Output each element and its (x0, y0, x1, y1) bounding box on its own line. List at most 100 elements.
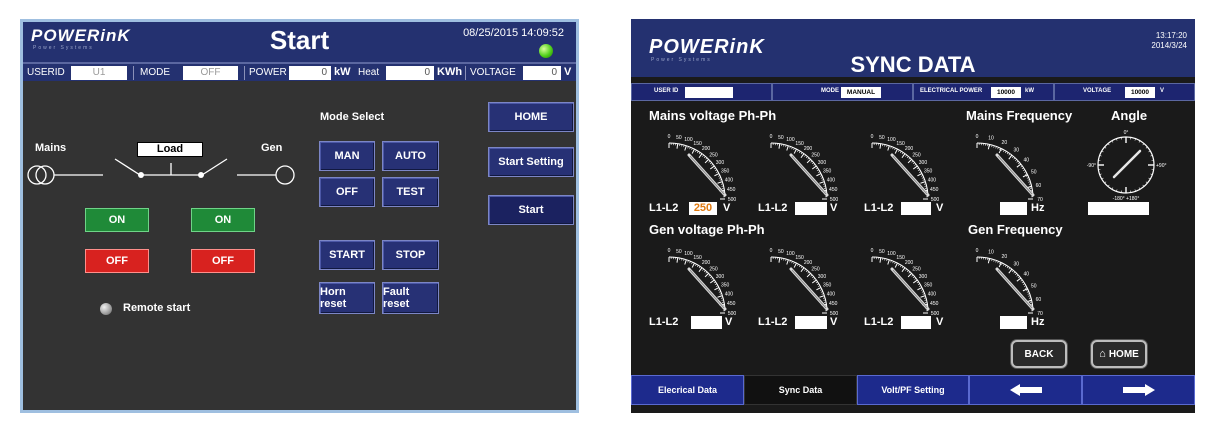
tab-electrical-data[interactable]: Elecrical Data (631, 375, 744, 405)
svg-text:0: 0 (770, 248, 773, 254)
gen-off-button[interactable]: OFF (191, 249, 255, 273)
userid-label: USERID (27, 67, 65, 78)
horn-reset-button[interactable]: Horn reset (319, 282, 375, 314)
angle-title: Angle (1111, 108, 1148, 123)
mains-breaker-icon (114, 158, 141, 176)
home-button[interactable]: ⌂ HOME (1091, 340, 1147, 368)
back-button[interactable]: BACK (1011, 340, 1067, 368)
svg-text:350: 350 (721, 282, 730, 288)
mains-source-icon (27, 165, 47, 185)
svg-text:0: 0 (668, 134, 671, 140)
svg-text:200: 200 (702, 146, 711, 152)
user-id-label: USER ID (654, 88, 679, 94)
svg-text:300: 300 (818, 160, 827, 166)
gen-voltage-gauge-l2: 0 50 100150200250300350400450500 (770, 248, 839, 317)
tab-sync-data[interactable]: Sync Data (744, 375, 857, 405)
svg-text:0: 0 (871, 134, 874, 140)
mains-frequency-title: Mains Frequency (966, 108, 1073, 123)
svg-text:200: 200 (804, 260, 813, 266)
start-button[interactable]: START (319, 240, 375, 270)
divider (133, 66, 134, 80)
mains-frequency-value (1000, 202, 1027, 215)
svg-text:150: 150 (795, 255, 804, 261)
svg-text:400: 400 (725, 292, 734, 298)
svg-text:100: 100 (887, 251, 896, 257)
next-page-button[interactable] (1082, 375, 1195, 405)
mains-l1-value: 250 (689, 202, 717, 215)
svg-text:450: 450 (829, 301, 838, 307)
divider (244, 66, 245, 80)
voltage-label: VOLTAGE (470, 67, 516, 78)
mode-label: MODE (821, 88, 839, 94)
mains-l3-unit: V (936, 202, 944, 214)
voltage-field: 10000 (1125, 87, 1155, 98)
heat-label: Heat (358, 67, 380, 78)
svg-text:350: 350 (823, 282, 832, 288)
prev-page-button[interactable] (969, 375, 1082, 405)
electrical-power-unit: kW (1025, 88, 1034, 94)
electrical-power-label: ELECTRICAL POWER (920, 88, 983, 94)
svg-text:250: 250 (912, 152, 921, 158)
svg-text:-90°: -90° (1087, 163, 1096, 169)
single-line-diagram (27, 158, 295, 185)
svg-text:200: 200 (804, 146, 813, 152)
gen-frequency-unit: Hz (1031, 316, 1045, 328)
svg-text:50: 50 (778, 249, 784, 255)
svg-text:350: 350 (721, 168, 730, 174)
svg-text:450: 450 (727, 187, 736, 193)
status-strip: USERID U1 MODE OFF POWER 0 kW Heat 0 KWh… (23, 62, 576, 81)
gen-frequency-title: Gen Frequency (968, 222, 1063, 237)
svg-text:150: 150 (896, 255, 905, 261)
mains-l1-unit: V (723, 202, 731, 214)
svg-text:150: 150 (795, 141, 804, 147)
fault-reset-button[interactable]: Fault reset (382, 282, 439, 314)
svg-text:50: 50 (778, 135, 784, 141)
tab-volt-pf-setting[interactable]: Volt/PF Setting (857, 375, 969, 405)
svg-text:250: 250 (709, 266, 718, 272)
mains-l2-unit: V (830, 202, 838, 214)
nav-start-setting-button[interactable]: Start Setting (488, 147, 574, 177)
nav-start-button[interactable]: Start (488, 195, 574, 225)
svg-text:200: 200 (905, 260, 914, 266)
heat-field: 0 (386, 66, 434, 80)
mains-on-button[interactable]: ON (85, 208, 149, 232)
test-button[interactable]: TEST (382, 177, 439, 207)
mains-l1-label: L1-L2 (649, 202, 679, 214)
voltage-label: VOLTAGE (1083, 88, 1112, 94)
mode-segment: MODE MANUAL (772, 83, 913, 101)
mains-voltage-gauge-l1: 0 50 100150200250300350400450500 (668, 134, 737, 203)
arrow-right-icon (1122, 384, 1155, 396)
stop-button[interactable]: STOP (382, 240, 439, 270)
time: 13:17:20 (1155, 31, 1187, 40)
mains-voltage-gauge-l3: 0 50 100150200250300350400450500 (871, 134, 940, 203)
user-id-field (685, 87, 733, 98)
svg-text:450: 450 (829, 187, 838, 193)
svg-text:50: 50 (676, 249, 682, 255)
svg-text:200: 200 (702, 260, 711, 266)
svg-text:100: 100 (786, 251, 795, 257)
svg-text:10: 10 (988, 250, 994, 256)
datetime: 13:17:20 2014/3/24 (1151, 31, 1187, 51)
bottom-tab-bar: Elecrical Data Sync Data Volt/PF Setting (631, 375, 1195, 405)
svg-text:300: 300 (716, 160, 725, 166)
mains-off-button[interactable]: OFF (85, 249, 149, 273)
header-bar: POWERinK Power Systems Start 08/25/2015 … (23, 22, 576, 62)
svg-text:300: 300 (919, 274, 928, 280)
gen-l3-value (901, 316, 931, 329)
status-led-icon (539, 44, 553, 58)
svg-text:10: 10 (988, 136, 994, 142)
svg-text:150: 150 (896, 141, 905, 147)
off-button[interactable]: OFF (319, 177, 375, 207)
gen-on-button[interactable]: ON (191, 208, 255, 232)
mode-field: OFF (183, 66, 238, 80)
svg-text:30: 30 (1013, 148, 1019, 154)
mains-voltage-title: Mains voltage Ph-Ph (649, 108, 777, 123)
nav-home-button[interactable]: HOME (488, 102, 574, 132)
man-button[interactable]: MAN (319, 141, 375, 171)
svg-text:250: 250 (811, 152, 820, 158)
angle-gauge: 0°-90° +90°-180° +180° (1087, 130, 1167, 202)
gen-l2-value (795, 316, 827, 329)
svg-text:60: 60 (1036, 183, 1042, 189)
date: 2014/3/24 (1151, 41, 1187, 50)
auto-button[interactable]: AUTO (382, 141, 439, 171)
